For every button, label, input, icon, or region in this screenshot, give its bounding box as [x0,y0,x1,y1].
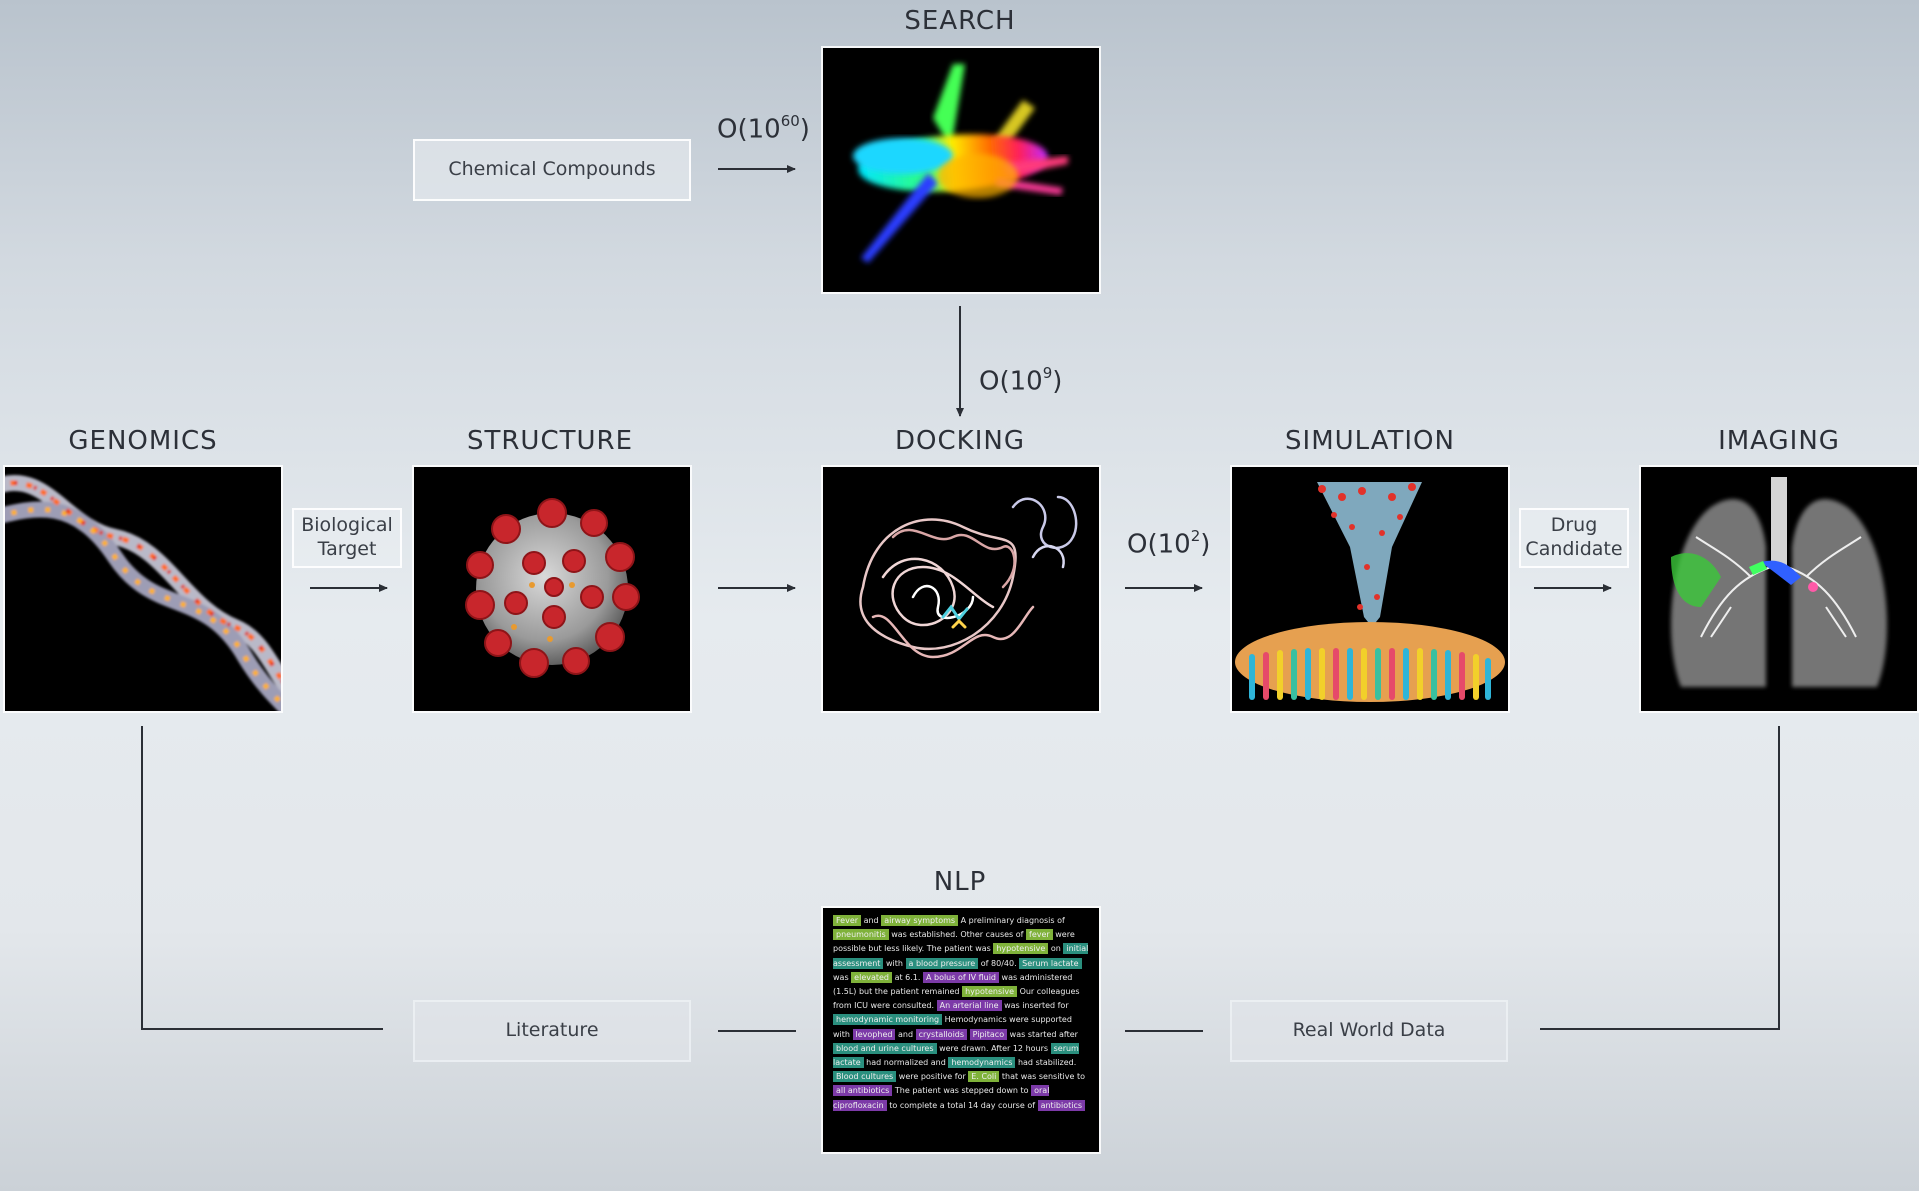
nlp-tag: hypotensive [962,986,1018,998]
nlp-tag: hemodynamics [948,1057,1016,1069]
nlp-tag: E. Coli [968,1071,1000,1083]
literature-label: Literature [413,1000,691,1062]
nlp-tag: levophed [852,1028,896,1040]
nlp-text-panel: Fever and airway symptoms A preliminary … [823,908,1099,1152]
structure-image [414,467,690,711]
nlp-tag: Fever [833,915,862,926]
stage-title-genomics: GENOMICS [68,426,218,456]
nlp-tag: a blood pressure [905,957,979,969]
stage-title-search: SEARCH [904,6,1016,36]
nlp-tag: crystalloids [915,1028,968,1040]
real-world-data-label: Real World Data [1230,1000,1508,1062]
nlp-tag: Pipitaco [969,1028,1008,1040]
genomics-image [5,467,281,711]
nlp-annotated-text: Fever and airway symptoms A preliminary … [833,915,1089,1111]
nlp-tag: elevated [851,971,893,983]
docking-image [823,467,1099,711]
drug-candidate-line2: Candidate [1525,538,1623,560]
nlp-tag: blood and urine cultures [833,1042,937,1054]
stage-title-imaging: IMAGING [1718,426,1840,456]
complexity-docking: O(109) [979,364,1063,397]
nlp-tag: pneumonitis [833,929,889,941]
chemical-compounds-label: Chemical Compounds [413,139,691,201]
stage-title-docking: DOCKING [895,426,1025,456]
nlp-tag: Blood cultures [833,1071,897,1083]
search-image [823,48,1099,292]
nlp-tag: all antibiotics [833,1085,893,1097]
complexity-search: O(1060) [717,112,810,145]
complexity-simulation: O(102) [1127,527,1211,560]
nlp-tag: An arterial line [936,1000,1002,1012]
line-realworld-to-imaging [1540,726,1780,1030]
stage-title-structure: STRUCTURE [466,426,634,456]
nlp-tag: Serum lactate [1019,957,1082,969]
drug-candidate-label: Drug Candidate [1519,508,1629,568]
biological-target-line1: Biological [301,514,393,537]
imaging-image [1641,467,1917,711]
nlp-tag: hemodynamic monitoring [833,1014,943,1026]
drug-candidate-line1: Drug [1550,514,1598,537]
nlp-tag: A bolus of IV fluid [922,971,999,983]
nlp-tag: airway symptoms [881,915,959,926]
line-genomics-to-literature [141,726,383,1030]
nlp-tag: antibiotics [1037,1099,1086,1111]
biological-target-label: Biological Target [292,508,402,568]
simulation-image [1232,467,1508,711]
biological-target-line2: Target [317,538,377,560]
nlp-tag: hypotensive [993,943,1049,955]
stage-title-nlp: NLP [933,867,987,897]
nlp-tag: fever [1026,929,1053,941]
stage-title-simulation: SIMULATION [1285,426,1455,456]
